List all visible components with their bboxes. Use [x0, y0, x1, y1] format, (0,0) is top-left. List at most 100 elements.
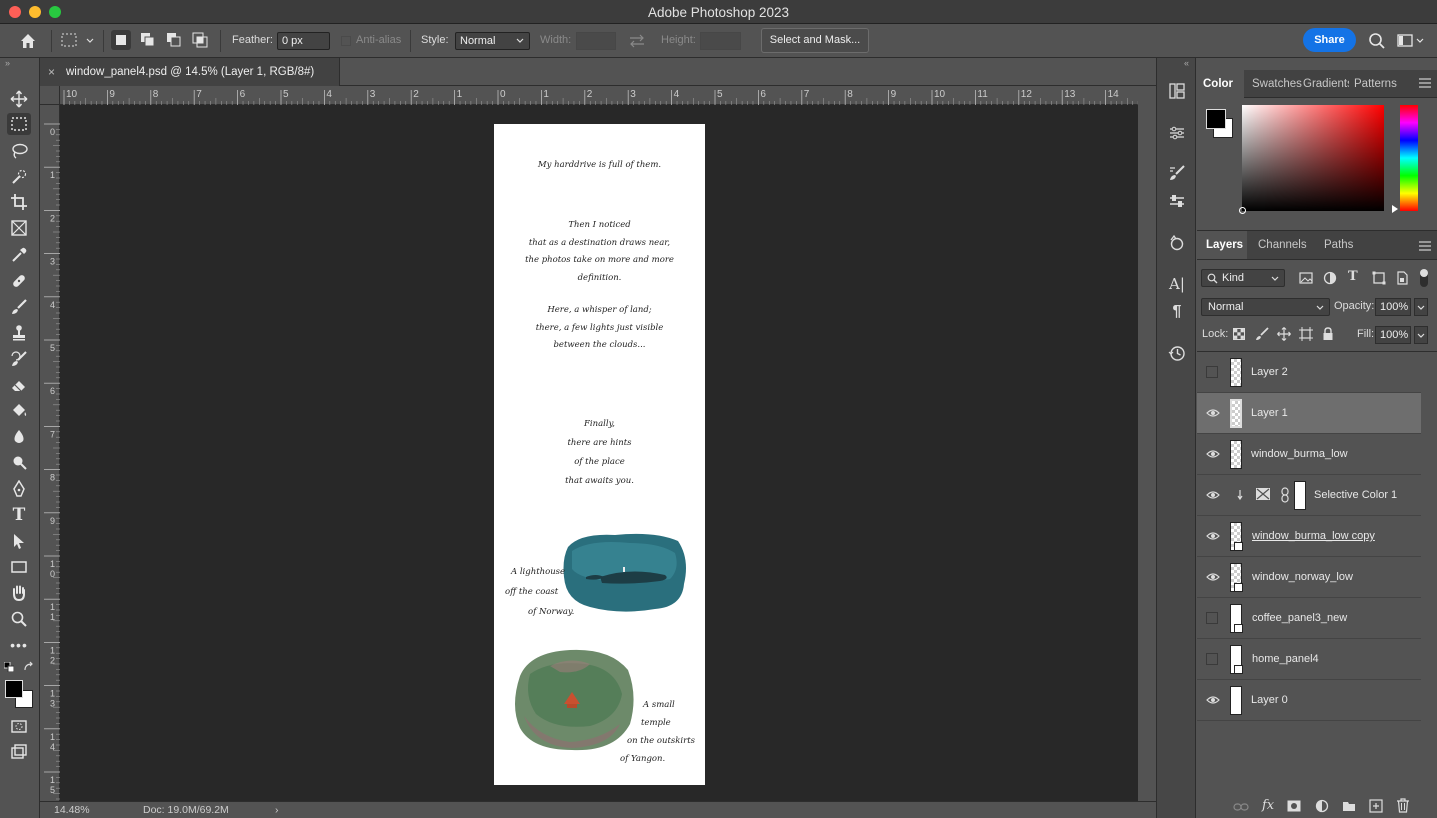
filter-smart-object-icon[interactable] — [1395, 271, 1409, 285]
pen-tool-icon[interactable] — [7, 478, 31, 500]
new-selection-icon[interactable] — [111, 30, 131, 50]
canvas-area[interactable]: My harddrive is full of them. Then I not… — [60, 105, 1138, 801]
layer-row[interactable]: Selective Color 1 — [1197, 475, 1421, 516]
document-tab[interactable]: × window_panel4.psd @ 14.5% (Layer 1, RG… — [40, 58, 340, 86]
vertical-scrollbar[interactable] — [1138, 86, 1156, 801]
blur-tool-icon[interactable] — [7, 426, 31, 448]
feather-input[interactable]: 0 px — [277, 32, 330, 50]
eye-icon[interactable] — [1206, 529, 1220, 543]
layer-row-selected[interactable]: Layer 1 — [1197, 393, 1421, 434]
lock-position-icon[interactable] — [1277, 327, 1291, 341]
select-and-mask-button[interactable]: Select and Mask... — [761, 28, 869, 53]
properties-icon[interactable] — [1166, 190, 1188, 212]
swap-dimensions-icon[interactable] — [627, 32, 647, 50]
layer-filter-select[interactable]: Kind — [1201, 269, 1285, 287]
new-layer-icon[interactable] — [1369, 799, 1383, 813]
mask-link-icon[interactable] — [1280, 487, 1290, 503]
workspace-icon[interactable] — [1396, 31, 1426, 51]
paint-bucket-tool-icon[interactable] — [7, 400, 31, 422]
subtract-from-selection-icon[interactable] — [164, 30, 184, 50]
adjustments-icon[interactable] — [1166, 122, 1188, 144]
antialias-checkbox[interactable] — [341, 36, 351, 46]
layer-row[interactable]: window_burma_low — [1197, 434, 1421, 475]
eye-icon[interactable] — [1206, 570, 1220, 584]
screen-mode-icon[interactable] — [7, 741, 31, 763]
search-icon[interactable] — [1367, 31, 1387, 51]
visibility-toggle-off[interactable] — [1206, 612, 1218, 624]
filter-shape-icon[interactable] — [1372, 271, 1386, 285]
object-selection-tool-icon[interactable] — [7, 166, 31, 188]
layer-row[interactable]: Layer 2 — [1197, 352, 1421, 393]
layer-row[interactable]: window_norway_low — [1197, 557, 1421, 598]
more-tools-icon[interactable]: ••• — [7, 634, 31, 656]
layer-name[interactable]: Layer 2 — [1251, 352, 1288, 393]
layer-name[interactable]: window_norway_low — [1252, 557, 1353, 598]
home-icon[interactable] — [18, 31, 38, 51]
delete-layer-icon[interactable] — [1396, 798, 1410, 813]
close-window-button[interactable] — [9, 6, 21, 18]
filter-type-icon[interactable]: T — [1348, 269, 1358, 284]
zoom-level[interactable]: 14.48% — [54, 802, 90, 818]
document-canvas[interactable]: My harddrive is full of them. Then I not… — [494, 124, 705, 785]
fill-dropdown-icon[interactable] — [1414, 326, 1428, 344]
horizontal-ruler[interactable]: 10 9 8 7 6 5 4 3 2 1 0 1 2 3 4 5 6 7 8 9 10 11 12 13 14 — [60, 86, 1144, 105]
tab-patterns[interactable]: Patterns — [1348, 70, 1403, 98]
lock-all-icon[interactable] — [1322, 327, 1334, 341]
brush-settings-icon[interactable] — [1166, 162, 1188, 184]
width-input[interactable] — [576, 32, 616, 50]
visibility-toggle-off[interactable] — [1206, 366, 1218, 378]
layer-name[interactable]: coffee_panel3_new — [1252, 598, 1347, 639]
filter-pixel-icon[interactable] — [1299, 271, 1313, 285]
paragraph-icon[interactable]: ¶ — [1166, 301, 1188, 323]
layer-row[interactable]: Layer 0 — [1197, 680, 1421, 721]
hue-slider-handle[interactable] — [1392, 205, 1398, 213]
layer-name[interactable]: Layer 1 — [1251, 393, 1288, 434]
new-group-icon[interactable] — [1342, 799, 1356, 813]
filter-toggle-switch[interactable] — [1420, 269, 1428, 287]
tab-channels[interactable]: Channels — [1252, 231, 1313, 259]
clone-stamp-tool-icon[interactable] — [7, 322, 31, 344]
layer-name[interactable]: window_burma_low copy — [1252, 516, 1375, 557]
tab-paths[interactable]: Paths — [1318, 231, 1359, 259]
zoom-tool-icon[interactable] — [7, 608, 31, 630]
lock-transparent-icon[interactable] — [1233, 328, 1245, 340]
hand-tool-icon[interactable] — [7, 582, 31, 604]
layer-name[interactable]: window_burma_low — [1251, 434, 1348, 475]
marquee-preset-icon[interactable] — [60, 32, 98, 50]
opacity-dropdown-icon[interactable] — [1414, 298, 1428, 316]
libraries-icon[interactable] — [1166, 80, 1188, 102]
tab-layers[interactable]: Layers — [1197, 231, 1247, 259]
eye-icon[interactable] — [1206, 488, 1220, 502]
color-field[interactable] — [1239, 105, 1384, 214]
vertical-ruler[interactable]: 0123456789101112131415 — [40, 105, 60, 811]
share-button[interactable]: Share — [1303, 28, 1356, 52]
rectangle-tool-icon[interactable] — [7, 556, 31, 578]
eraser-tool-icon[interactable] — [7, 374, 31, 396]
default-colors-icon[interactable] — [3, 661, 15, 673]
brush-tool-icon[interactable] — [7, 296, 31, 318]
lock-pixels-icon[interactable] — [1255, 327, 1269, 341]
lock-artboard-icon[interactable] — [1299, 327, 1313, 341]
crop-tool-icon[interactable] — [7, 191, 31, 213]
layer-row[interactable]: window_burma_low copy — [1197, 516, 1421, 557]
visibility-toggle-off[interactable] — [1206, 653, 1218, 665]
layer-name[interactable]: home_panel4 — [1252, 639, 1319, 680]
new-adjustment-layer-icon[interactable] — [1315, 799, 1329, 813]
eye-icon[interactable] — [1206, 693, 1220, 707]
swap-colors-icon[interactable] — [23, 661, 35, 673]
fill-input[interactable]: 100% — [1375, 326, 1411, 344]
foreground-color-swatch[interactable] — [5, 680, 23, 698]
tab-color[interactable]: Color — [1197, 70, 1244, 98]
layer-row[interactable]: home_panel4 — [1197, 639, 1421, 680]
style-select[interactable]: Normal — [455, 32, 530, 50]
rectangular-marquee-tool-icon[interactable] — [7, 113, 31, 135]
layer-name[interactable]: Layer 0 — [1251, 680, 1288, 721]
path-selection-tool-icon[interactable] — [7, 530, 31, 552]
add-mask-icon[interactable] — [1287, 800, 1301, 812]
collapse-panel-icon[interactable]: » — [5, 58, 10, 68]
history-icon[interactable] — [1166, 342, 1188, 364]
layer-style-fx-icon[interactable]: fx — [1262, 798, 1274, 813]
eye-icon[interactable] — [1206, 447, 1220, 461]
intersect-selection-icon[interactable] — [190, 30, 210, 50]
character-icon[interactable]: A| — [1166, 273, 1188, 295]
